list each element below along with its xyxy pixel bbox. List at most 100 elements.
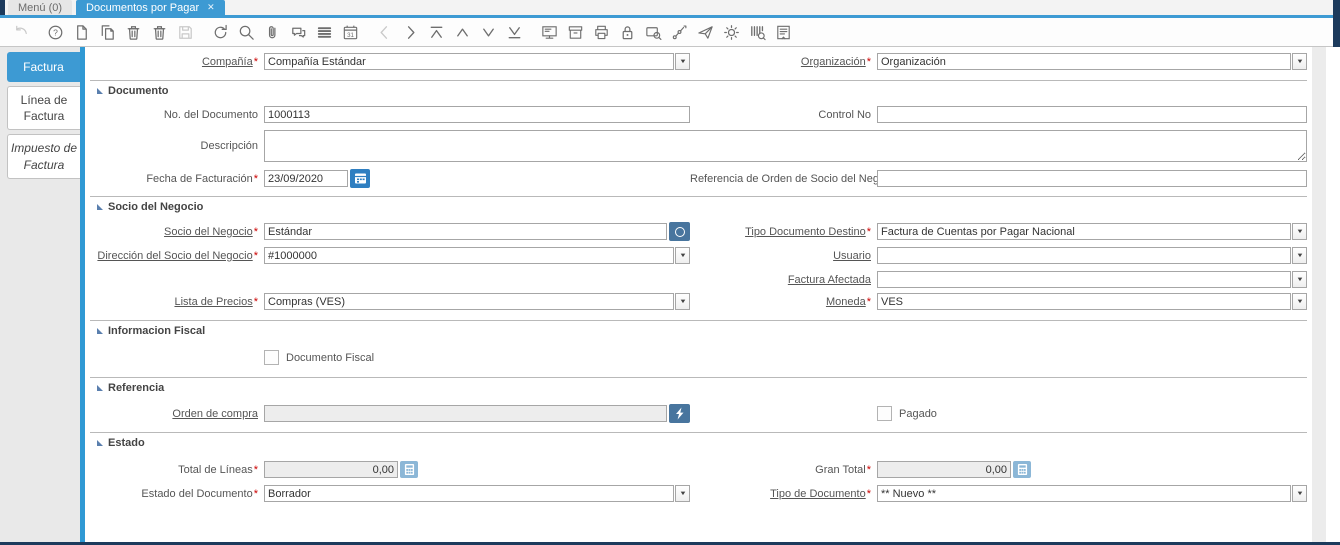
- estado-documento-dropdown-button[interactable]: ▼: [675, 485, 690, 502]
- svg-text:?: ?: [53, 27, 58, 37]
- print-icon[interactable]: [592, 23, 611, 42]
- moneda-value[interactable]: VES: [877, 293, 1291, 310]
- vertical-scrollbar[interactable]: [1312, 47, 1326, 542]
- detail-record-icon[interactable]: [401, 23, 420, 42]
- tab-menu[interactable]: Menú (0): [8, 0, 73, 15]
- save-icon[interactable]: [176, 23, 195, 42]
- compania-combobox[interactable]: Compañía Estándar ▼: [264, 53, 690, 70]
- moneda-dropdown-button[interactable]: ▼: [1292, 293, 1307, 310]
- first-record-icon[interactable]: [427, 23, 446, 42]
- moneda-combobox[interactable]: VES ▼: [877, 293, 1307, 310]
- last-record-icon[interactable]: [505, 23, 524, 42]
- gran-total-field[interactable]: 0,00: [877, 461, 1011, 478]
- usuario-combobox[interactable]: ▼: [877, 247, 1307, 264]
- socio-negocio-label: Socio del Negocio*: [164, 225, 258, 238]
- product-info-icon[interactable]: [748, 23, 767, 42]
- gran-total-calculator-button[interactable]: [1013, 461, 1031, 478]
- direccion-socio-dropdown-button[interactable]: ▼: [675, 247, 690, 264]
- referencia-orden-label: Referencia de Orden de Socio del Negocio: [690, 172, 900, 185]
- group-title: Referencia: [108, 382, 165, 394]
- lista-precios-dropdown-button[interactable]: ▼: [675, 293, 690, 310]
- requery-icon[interactable]: [211, 23, 230, 42]
- fecha-facturacion-field[interactable]: 23/09/2020: [264, 170, 348, 187]
- delete-record-icon[interactable]: [124, 23, 143, 42]
- ignore-changes-icon[interactable]: [12, 23, 31, 42]
- parent-record-icon[interactable]: [375, 23, 394, 42]
- lista-precios-combobox[interactable]: Compras (VES) ▼: [264, 293, 690, 310]
- archive-icon[interactable]: [566, 23, 585, 42]
- tipo-doc-destino-value[interactable]: Factura de Cuentas por Pagar Nacional: [877, 223, 1291, 240]
- total-lineas-calculator-button[interactable]: [400, 461, 418, 478]
- zoom-across-icon[interactable]: [644, 23, 663, 42]
- delete-selection-icon[interactable]: [150, 23, 169, 42]
- export-icon[interactable]: [774, 23, 793, 42]
- socio-negocio-field[interactable]: Estándar: [264, 223, 668, 240]
- group-estado[interactable]: Estado: [90, 432, 1307, 449]
- documento-fiscal-checkbox[interactable]: [264, 350, 279, 365]
- factura-afectada-value[interactable]: [877, 271, 1291, 288]
- tipo-documento-combobox[interactable]: ** Nuevo ** ▼: [877, 485, 1307, 502]
- tipo-documento-value[interactable]: ** Nuevo **: [877, 485, 1291, 502]
- calendar-picker-button[interactable]: [350, 169, 370, 188]
- usuario-dropdown-button[interactable]: ▼: [1292, 247, 1307, 264]
- chat-icon[interactable]: [289, 23, 308, 42]
- tipo-doc-destino-dropdown-button[interactable]: ▼: [1292, 223, 1307, 240]
- total-lineas-field[interactable]: 0,00: [264, 461, 398, 478]
- copy-record-icon[interactable]: [98, 23, 117, 42]
- group-referencia[interactable]: Referencia: [90, 377, 1307, 394]
- chevron-down-icon: ▼: [678, 252, 687, 259]
- socio-negocio-info-button[interactable]: [669, 222, 690, 241]
- sidebar-tab-label: Impuesto de Factura: [10, 141, 78, 172]
- previous-record-icon[interactable]: [453, 23, 472, 42]
- sidebar-tab-impuesto-de-factura[interactable]: Impuesto de Factura: [7, 134, 80, 179]
- lock-icon[interactable]: [618, 23, 637, 42]
- lista-precios-value[interactable]: Compras (VES): [264, 293, 674, 310]
- orden-compra-field[interactable]: [264, 405, 668, 422]
- usuario-value[interactable]: [877, 247, 1291, 264]
- organizacion-combobox[interactable]: Organización ▼: [877, 53, 1307, 70]
- tipo-documento-dropdown-button[interactable]: ▼: [1292, 485, 1307, 502]
- calendar-icon[interactable]: 31: [341, 23, 360, 42]
- close-icon[interactable]: ✕: [207, 2, 215, 13]
- report-icon[interactable]: [540, 23, 559, 42]
- form-area: Compañía* Compañía Estándar ▼ Organizaci…: [85, 47, 1326, 542]
- help-icon[interactable]: ?: [46, 23, 65, 42]
- referencia-orden-field[interactable]: [877, 170, 1307, 187]
- tipo-doc-destino-combobox[interactable]: Factura de Cuentas por Pagar Nacional ▼: [877, 223, 1307, 240]
- group-title: Estado: [108, 437, 145, 449]
- group-collapse-icon: [97, 204, 103, 210]
- send-mail-icon[interactable]: [696, 23, 715, 42]
- factura-afectada-combobox[interactable]: ▼: [877, 271, 1307, 288]
- pagado-label: Pagado: [899, 407, 937, 420]
- workflow-icon[interactable]: [670, 23, 689, 42]
- chevron-down-icon: ▼: [1295, 490, 1304, 497]
- sidebar-tab-factura[interactable]: Factura: [7, 52, 80, 82]
- lookup-record-icon[interactable]: [237, 23, 256, 42]
- control-no-field[interactable]: [877, 106, 1307, 123]
- new-record-icon[interactable]: [72, 23, 91, 42]
- direccion-socio-value[interactable]: #1000000: [264, 247, 674, 264]
- factura-afectada-dropdown-button[interactable]: ▼: [1292, 271, 1307, 288]
- process-icon[interactable]: [722, 23, 741, 42]
- no-documento-field[interactable]: 1000113: [264, 106, 690, 123]
- group-socio-del-negocio[interactable]: Socio del Negocio: [90, 196, 1307, 213]
- tab-documentos-por-pagar[interactable]: Documentos por Pagar ✕: [76, 0, 225, 15]
- compania-value[interactable]: Compañía Estándar: [264, 53, 674, 70]
- zoom-bolt-icon: [676, 407, 684, 420]
- estado-documento-combobox[interactable]: Borrador ▼: [264, 485, 690, 502]
- organizacion-value[interactable]: Organización: [877, 53, 1291, 70]
- group-documento[interactable]: Documento: [90, 80, 1307, 97]
- estado-documento-value[interactable]: Borrador: [264, 485, 674, 502]
- descripcion-field[interactable]: [264, 130, 1307, 162]
- calculator-icon: [1017, 464, 1027, 475]
- grid-toggle-icon[interactable]: [315, 23, 334, 42]
- next-record-icon[interactable]: [479, 23, 498, 42]
- group-informacion-fiscal[interactable]: Informacion Fiscal: [90, 320, 1307, 337]
- sidebar-tab-linea-de-factura[interactable]: Línea de Factura: [7, 86, 80, 131]
- orden-compra-zoom-button[interactable]: [669, 404, 690, 423]
- organizacion-dropdown-button[interactable]: ▼: [1292, 53, 1307, 70]
- compania-dropdown-button[interactable]: ▼: [675, 53, 690, 70]
- direccion-socio-combobox[interactable]: #1000000 ▼: [264, 247, 690, 264]
- pagado-checkbox[interactable]: [877, 406, 892, 421]
- attachment-icon[interactable]: [263, 23, 282, 42]
